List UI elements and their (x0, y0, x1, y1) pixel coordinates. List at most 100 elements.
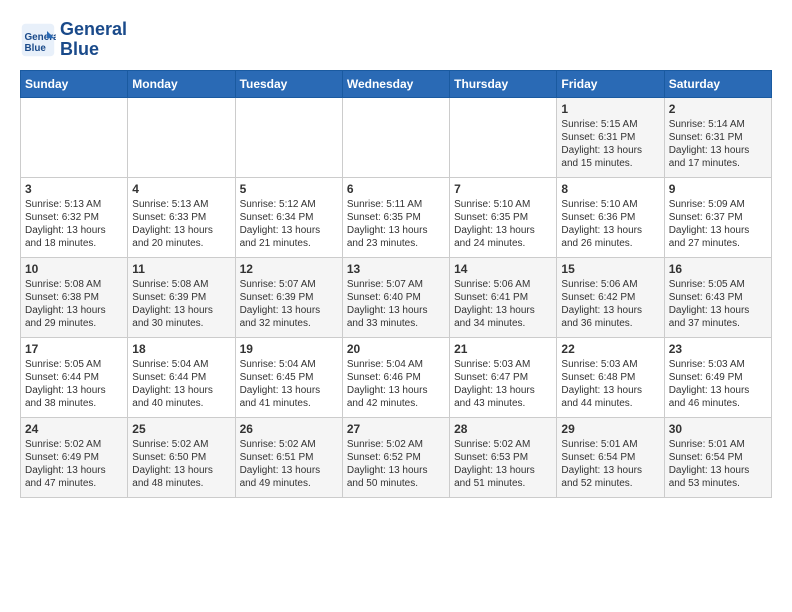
calendar-cell: 8 Sunrise: 5:10 AM Sunset: 6:36 PM Daylig… (557, 177, 664, 257)
day-number: 17 (25, 342, 123, 356)
weekday-header: Sunday (21, 70, 128, 97)
day-number: 18 (132, 342, 230, 356)
day-number: 14 (454, 262, 552, 276)
day-number: 1 (561, 102, 659, 116)
logo-icon: General Blue (20, 22, 56, 58)
calendar-cell: 18 Sunrise: 5:04 AM Sunset: 6:44 PM Dayli… (128, 337, 235, 417)
day-info: Sunrise: 5:08 AM Sunset: 6:39 PM Dayligh… (132, 278, 230, 330)
day-info: Sunrise: 5:14 AM Sunset: 6:31 PM Dayligh… (669, 118, 767, 170)
day-info: Sunrise: 5:07 AM Sunset: 6:40 PM Dayligh… (347, 278, 445, 330)
day-info: Sunrise: 5:07 AM Sunset: 6:39 PM Dayligh… (240, 278, 338, 330)
day-number: 12 (240, 262, 338, 276)
calendar-cell: 7 Sunrise: 5:10 AM Sunset: 6:35 PM Daylig… (450, 177, 557, 257)
calendar-cell: 6 Sunrise: 5:11 AM Sunset: 6:35 PM Daylig… (342, 177, 449, 257)
day-info: Sunrise: 5:03 AM Sunset: 6:48 PM Dayligh… (561, 358, 659, 410)
day-number: 9 (669, 182, 767, 196)
day-info: Sunrise: 5:10 AM Sunset: 6:36 PM Dayligh… (561, 198, 659, 250)
day-number: 27 (347, 422, 445, 436)
calendar-cell (21, 97, 128, 177)
calendar-week: 10 Sunrise: 5:08 AM Sunset: 6:38 PM Dayli… (21, 257, 772, 337)
day-info: Sunrise: 5:01 AM Sunset: 6:54 PM Dayligh… (561, 438, 659, 490)
day-number: 22 (561, 342, 659, 356)
day-number: 4 (132, 182, 230, 196)
weekday-header: Saturday (664, 70, 771, 97)
weekday-row: SundayMondayTuesdayWednesdayThursdayFrid… (21, 70, 772, 97)
calendar-cell: 26 Sunrise: 5:02 AM Sunset: 6:51 PM Dayli… (235, 417, 342, 497)
calendar-cell: 5 Sunrise: 5:12 AM Sunset: 6:34 PM Daylig… (235, 177, 342, 257)
day-number: 29 (561, 422, 659, 436)
day-info: Sunrise: 5:08 AM Sunset: 6:38 PM Dayligh… (25, 278, 123, 330)
day-info: Sunrise: 5:02 AM Sunset: 6:50 PM Dayligh… (132, 438, 230, 490)
day-info: Sunrise: 5:02 AM Sunset: 6:49 PM Dayligh… (25, 438, 123, 490)
calendar-week: 24 Sunrise: 5:02 AM Sunset: 6:49 PM Dayli… (21, 417, 772, 497)
calendar-cell: 14 Sunrise: 5:06 AM Sunset: 6:41 PM Dayli… (450, 257, 557, 337)
day-number: 15 (561, 262, 659, 276)
calendar-cell: 16Sunrise: 5:05 AM Sunset: 6:43 PM Dayli… (664, 257, 771, 337)
day-info: Sunrise: 5:06 AM Sunset: 6:41 PM Dayligh… (454, 278, 552, 330)
day-number: 10 (25, 262, 123, 276)
day-number: 20 (347, 342, 445, 356)
day-number: 7 (454, 182, 552, 196)
calendar-cell: 3 Sunrise: 5:13 AM Sunset: 6:32 PM Daylig… (21, 177, 128, 257)
day-info: Sunrise: 5:04 AM Sunset: 6:46 PM Dayligh… (347, 358, 445, 410)
day-info: Sunrise: 5:03 AM Sunset: 6:49 PM Dayligh… (669, 358, 767, 410)
day-number: 8 (561, 182, 659, 196)
calendar-cell: 10 Sunrise: 5:08 AM Sunset: 6:38 PM Dayli… (21, 257, 128, 337)
day-number: 24 (25, 422, 123, 436)
day-number: 5 (240, 182, 338, 196)
calendar: SundayMondayTuesdayWednesdayThursdayFrid… (20, 70, 772, 498)
calendar-cell: 27 Sunrise: 5:02 AM Sunset: 6:52 PM Dayli… (342, 417, 449, 497)
day-info: Sunrise: 5:15 AM Sunset: 6:31 PM Dayligh… (561, 118, 659, 170)
day-number: 6 (347, 182, 445, 196)
day-info: Sunrise: 5:06 AM Sunset: 6:42 PM Dayligh… (561, 278, 659, 330)
day-info: Sunrise: 5:13 AM Sunset: 6:33 PM Dayligh… (132, 198, 230, 250)
calendar-cell: 4 Sunrise: 5:13 AM Sunset: 6:33 PM Daylig… (128, 177, 235, 257)
svg-text:Blue: Blue (25, 43, 47, 54)
weekday-header: Monday (128, 70, 235, 97)
calendar-cell: 19 Sunrise: 5:04 AM Sunset: 6:45 PM Dayli… (235, 337, 342, 417)
calendar-body: 1 Sunrise: 5:15 AM Sunset: 6:31 PM Daylig… (21, 97, 772, 497)
calendar-cell: 24 Sunrise: 5:02 AM Sunset: 6:49 PM Dayli… (21, 417, 128, 497)
day-number: 30 (669, 422, 767, 436)
calendar-cell (450, 97, 557, 177)
calendar-week: 1 Sunrise: 5:15 AM Sunset: 6:31 PM Daylig… (21, 97, 772, 177)
day-number: 11 (132, 262, 230, 276)
weekday-header: Friday (557, 70, 664, 97)
day-info: Sunrise: 5:05 AM Sunset: 6:44 PM Dayligh… (25, 358, 123, 410)
day-number: 28 (454, 422, 552, 436)
day-info: Sunrise: 5:11 AM Sunset: 6:35 PM Dayligh… (347, 198, 445, 250)
calendar-cell: 23 Sunrise: 5:03 AM Sunset: 6:49 PM Dayli… (664, 337, 771, 417)
day-info: Sunrise: 5:02 AM Sunset: 6:51 PM Dayligh… (240, 438, 338, 490)
calendar-cell: 29 Sunrise: 5:01 AM Sunset: 6:54 PM Dayli… (557, 417, 664, 497)
day-number: 19 (240, 342, 338, 356)
calendar-cell: 21Sunrise: 5:03 AM Sunset: 6:47 PM Dayli… (450, 337, 557, 417)
day-number: 23 (669, 342, 767, 356)
day-info: Sunrise: 5:10 AM Sunset: 6:35 PM Dayligh… (454, 198, 552, 250)
day-info: Sunrise: 5:12 AM Sunset: 6:34 PM Dayligh… (240, 198, 338, 250)
calendar-cell: 15 Sunrise: 5:06 AM Sunset: 6:42 PM Dayli… (557, 257, 664, 337)
day-info: Sunrise: 5:01 AM Sunset: 6:54 PM Dayligh… (669, 438, 767, 490)
day-info: Sunrise: 5:04 AM Sunset: 6:45 PM Dayligh… (240, 358, 338, 410)
day-number: 26 (240, 422, 338, 436)
page-header: General Blue General Blue (20, 20, 772, 60)
day-number: 3 (25, 182, 123, 196)
calendar-header: SundayMondayTuesdayWednesdayThursdayFrid… (21, 70, 772, 97)
calendar-cell: 12 Sunrise: 5:07 AM Sunset: 6:39 PM Dayli… (235, 257, 342, 337)
calendar-cell: 1 Sunrise: 5:15 AM Sunset: 6:31 PM Daylig… (557, 97, 664, 177)
calendar-cell: 20 Sunrise: 5:04 AM Sunset: 6:46 PM Dayli… (342, 337, 449, 417)
calendar-cell: 30 Sunrise: 5:01 AM Sunset: 6:54 PM Dayli… (664, 417, 771, 497)
logo: General Blue General Blue (20, 20, 127, 60)
calendar-cell (342, 97, 449, 177)
calendar-cell: 11 Sunrise: 5:08 AM Sunset: 6:39 PM Dayli… (128, 257, 235, 337)
calendar-week: 17 Sunrise: 5:05 AM Sunset: 6:44 PM Dayli… (21, 337, 772, 417)
day-info: Sunrise: 5:04 AM Sunset: 6:44 PM Dayligh… (132, 358, 230, 410)
day-info: Sunrise: 5:13 AM Sunset: 6:32 PM Dayligh… (25, 198, 123, 250)
calendar-cell: 9 Sunrise: 5:09 AM Sunset: 6:37 PM Daylig… (664, 177, 771, 257)
day-number: 16 (669, 262, 767, 276)
day-info: Sunrise: 5:09 AM Sunset: 6:37 PM Dayligh… (669, 198, 767, 250)
calendar-cell: 25Sunrise: 5:02 AM Sunset: 6:50 PM Dayli… (128, 417, 235, 497)
calendar-cell: 13Sunrise: 5:07 AM Sunset: 6:40 PM Dayli… (342, 257, 449, 337)
calendar-cell (235, 97, 342, 177)
calendar-cell: 22 Sunrise: 5:03 AM Sunset: 6:48 PM Dayli… (557, 337, 664, 417)
day-info: Sunrise: 5:02 AM Sunset: 6:52 PM Dayligh… (347, 438, 445, 490)
